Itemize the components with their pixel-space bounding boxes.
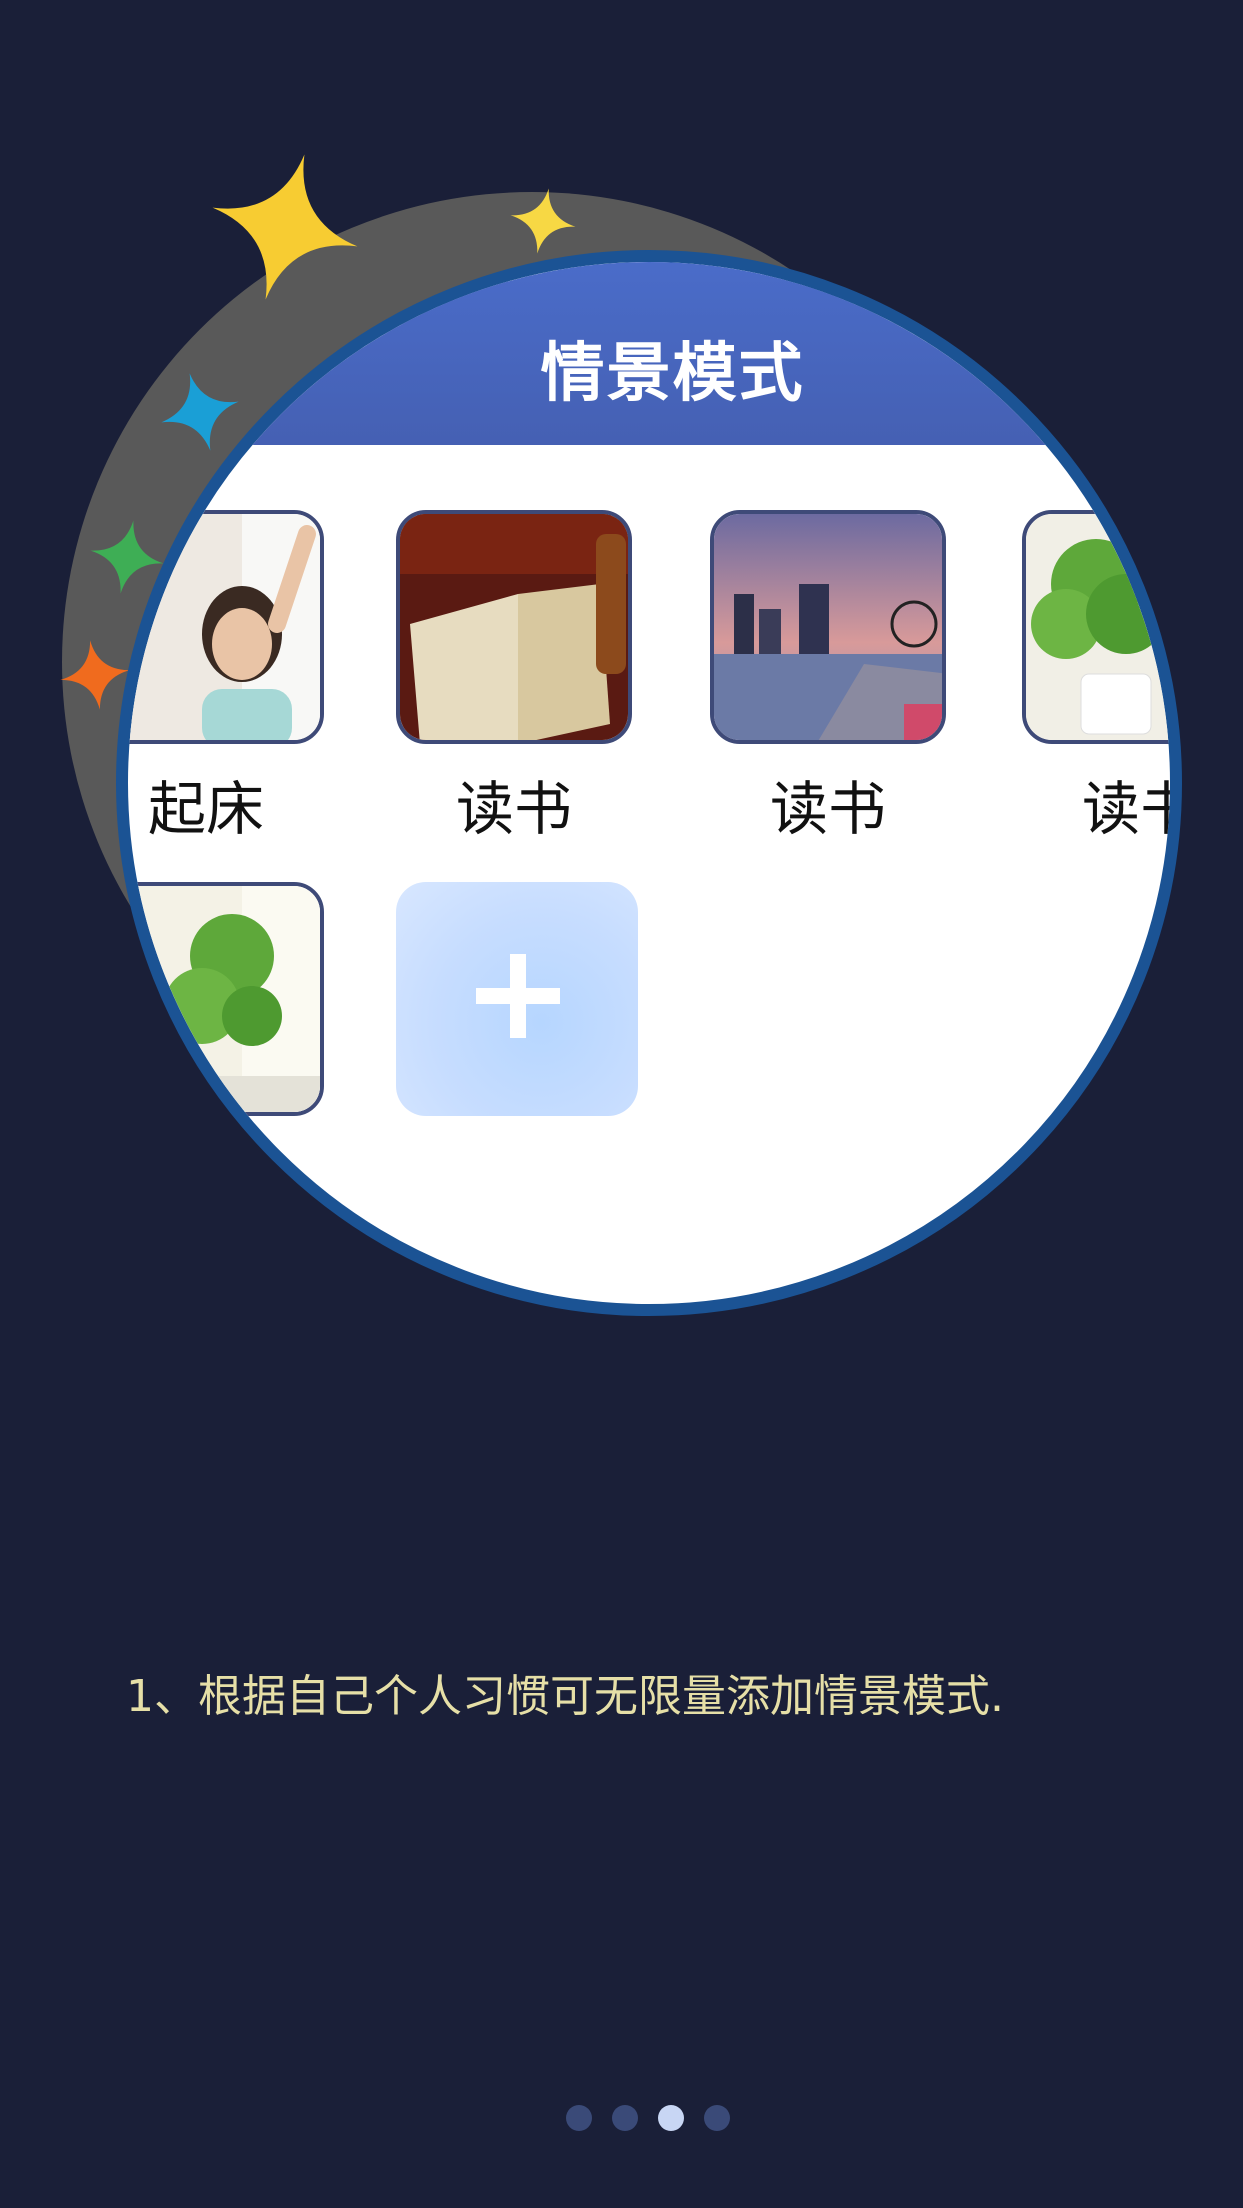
scene-tile-reading-plant[interactable] bbox=[1022, 510, 1170, 744]
scene-tile-wake-up[interactable] bbox=[128, 510, 324, 744]
scene-label: 读书 bbox=[1081, 775, 1170, 843]
page-title: 情景模式 bbox=[540, 337, 805, 411]
scene-label: 起床 bbox=[147, 775, 264, 843]
scene-label: 读书 bbox=[455, 775, 572, 843]
potted-plant-image bbox=[128, 886, 320, 1112]
open-book-image bbox=[400, 514, 628, 740]
page-indicator bbox=[566, 2105, 730, 2131]
plus-icon bbox=[510, 954, 526, 1038]
add-scene-button[interactable] bbox=[396, 882, 638, 1116]
page-dot-active[interactable] bbox=[658, 2105, 684, 2131]
page-dot[interactable] bbox=[566, 2105, 592, 2131]
sparkle-icon-yellow-small bbox=[510, 188, 576, 254]
page-dot[interactable] bbox=[704, 2105, 730, 2131]
sparkle-icon-orange bbox=[60, 640, 130, 710]
feature-description: 1、根据自己个人习惯可无限量添加情景模式. bbox=[126, 1671, 1004, 1722]
woman-stretching-image bbox=[128, 514, 320, 740]
potted-plant-image bbox=[1026, 514, 1170, 740]
scene-tile-plant[interactable] bbox=[128, 882, 324, 1116]
scene-label: 读书 bbox=[769, 775, 886, 843]
page-dot[interactable] bbox=[612, 2105, 638, 2131]
scene-tile-reading[interactable] bbox=[396, 510, 632, 744]
scene-tile-reading-city[interactable] bbox=[710, 510, 946, 744]
magnified-app-view: 情景模式 起床 读书 读书 读 bbox=[116, 250, 1182, 1316]
city-waterfront-image bbox=[714, 514, 942, 740]
